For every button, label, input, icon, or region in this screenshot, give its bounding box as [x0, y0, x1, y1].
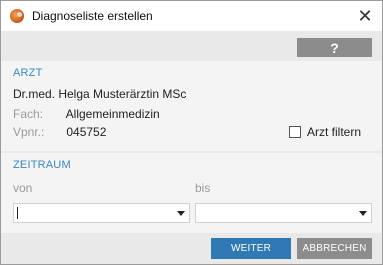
vpnr-row: Vpnr.: 045752 — [13, 125, 106, 139]
text-cursor — [17, 207, 18, 219]
weiter-button[interactable]: WEITER — [211, 238, 291, 259]
title-bar: Diagnoseliste erstellen ✕ — [1, 1, 382, 31]
von-date-select[interactable] — [13, 203, 190, 223]
fach-row: Fach: Allgemeinmedizin — [13, 107, 160, 121]
arzt-filter-label[interactable]: Arzt filtern — [307, 125, 361, 139]
zeitraum-section: ZEITRAUM von bis — [1, 153, 382, 233]
chevron-down-icon[interactable] — [359, 211, 367, 216]
zeitraum-section-title: ZEITRAUM — [13, 159, 71, 171]
vpnr-value: 045752 — [66, 125, 107, 139]
arzt-name: Dr.med. Helga Musterärztin MSc — [13, 87, 187, 101]
help-button[interactable]: ? — [297, 38, 372, 57]
arzt-filter-checkbox[interactable]: Arzt filtern — [289, 125, 361, 139]
fach-label: Fach: — [13, 107, 44, 121]
window-title: Diagnoseliste erstellen — [32, 9, 153, 23]
bis-label: bis — [195, 181, 211, 195]
chevron-down-icon[interactable] — [177, 211, 185, 216]
bis-date-select[interactable] — [195, 203, 372, 223]
fach-value: Allgemeinmedizin — [65, 107, 160, 121]
arzt-section: ARZT Dr.med. Helga Musterärztin MSc Fach… — [1, 61, 382, 151]
vpnr-label: Vpnr.: — [13, 125, 45, 139]
arzt-section-title: ARZT — [13, 67, 43, 79]
von-label: von — [13, 181, 33, 195]
checkbox-box[interactable] — [289, 126, 301, 138]
app-logo-icon — [10, 9, 24, 23]
abbrechen-button[interactable]: ABBRECHEN — [297, 238, 372, 259]
dialog-window: Diagnoseliste erstellen ✕ ? ARZT Dr.med.… — [0, 0, 383, 265]
close-icon[interactable]: ✕ — [354, 5, 376, 27]
